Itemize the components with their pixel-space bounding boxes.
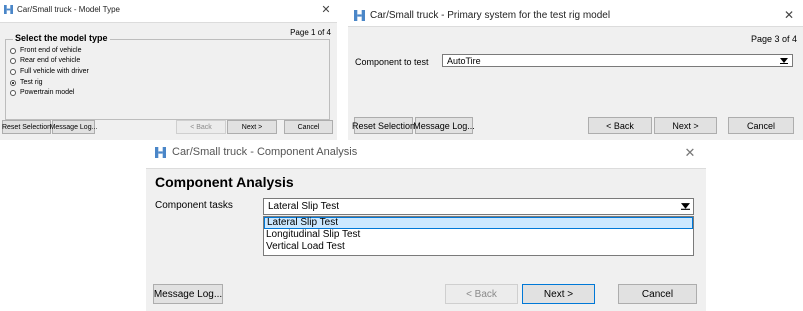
dialog-body: Component Analysis Component tasks Later… — [146, 168, 706, 311]
next-button[interactable]: Next > — [227, 120, 277, 134]
selected-value: AutoTire — [447, 55, 481, 66]
dialog-title: Car/Small truck - Component Analysis — [172, 146, 358, 158]
back-button[interactable]: < Back — [445, 284, 518, 304]
back-button[interactable]: < Back — [176, 120, 226, 134]
option-label: Full vehicle with driver — [20, 68, 89, 75]
dialog-title: Car/Small truck - Model Type — [17, 5, 120, 14]
option-label: Front end of vehicle — [20, 47, 82, 54]
cancel-button[interactable]: Cancel — [284, 120, 333, 134]
next-button[interactable]: Next > — [654, 117, 717, 134]
component-to-test-label: Component to test — [355, 57, 429, 67]
option-label: Test rig — [20, 79, 43, 86]
component-analysis-dialog: Car/Small truck - Component Analysis ✕ C… — [146, 141, 706, 311]
message-log-button[interactable]: Message Log... — [50, 120, 97, 134]
dropdown-arrow-icon[interactable] — [677, 199, 693, 214]
option-label: Rear end of vehicle — [20, 57, 81, 64]
dialog-body: Page 1 of 4 Select the model type Front … — [0, 22, 337, 140]
radio-button[interactable] — [10, 47, 16, 54]
dropdown-option[interactable]: Vertical Load Test — [264, 241, 693, 253]
component-tasks-label: Component tasks — [155, 200, 233, 211]
selected-value: Lateral Slip Test — [268, 201, 339, 212]
option-full-vehicle[interactable]: Full vehicle with driver — [10, 68, 89, 75]
radio-button[interactable] — [10, 57, 16, 64]
page-indicator: Page 1 of 4 — [290, 28, 331, 37]
message-log-button[interactable]: Message Log... — [413, 117, 475, 134]
dropdown-option[interactable]: Longitudinal Slip Test — [264, 229, 693, 241]
primary-system-dialog: Car/Small truck - Primary system for the… — [348, 0, 803, 140]
component-tasks-select[interactable]: Lateral Slip Test — [263, 198, 694, 215]
page-indicator: Page 3 of 4 — [750, 34, 797, 44]
component-tasks-dropdown-list: Lateral Slip Test Longitudinal Slip Test… — [263, 216, 694, 256]
close-icon[interactable]: ✕ — [320, 3, 332, 16]
reset-selection-button[interactable]: Reset Selection — [352, 117, 415, 134]
message-log-button[interactable]: Message Log... — [153, 284, 223, 304]
cancel-button[interactable]: Cancel — [728, 117, 794, 134]
component-to-test-select[interactable]: AutoTire — [442, 54, 793, 67]
dialog-body: Page 3 of 4 Component to test AutoTire R… — [348, 26, 803, 140]
group-title: Select the model type — [13, 33, 110, 43]
option-powertrain[interactable]: Powertrain model — [10, 89, 74, 96]
close-icon[interactable]: ✕ — [683, 145, 697, 161]
hyperworks-logo-icon — [4, 5, 13, 14]
next-button[interactable]: Next > — [522, 284, 595, 304]
section-heading: Component Analysis — [155, 174, 294, 190]
radio-button-checked[interactable] — [10, 79, 16, 86]
back-button[interactable]: < Back — [588, 117, 652, 134]
hyperworks-logo-icon — [155, 147, 166, 158]
hyperworks-logo-icon — [354, 10, 365, 21]
dropdown-option-selected[interactable]: Lateral Slip Test — [264, 217, 693, 229]
option-front-end[interactable]: Front end of vehicle — [10, 47, 81, 54]
cancel-button[interactable]: Cancel — [618, 284, 697, 304]
reset-selection-button[interactable]: Reset Selection — [2, 120, 51, 134]
model-type-dialog: Car/Small truck - Model Type ✕ Page 1 of… — [0, 0, 337, 140]
option-test-rig[interactable]: Test rig — [10, 79, 43, 86]
option-rear-end[interactable]: Rear end of vehicle — [10, 57, 80, 64]
radio-button[interactable] — [10, 89, 16, 96]
option-label: Powertrain model — [20, 89, 75, 96]
close-icon[interactable]: ✕ — [782, 8, 796, 22]
dialog-title: Car/Small truck - Primary system for the… — [370, 10, 611, 21]
radio-button[interactable] — [10, 68, 16, 75]
dropdown-arrow-icon[interactable] — [776, 55, 792, 66]
